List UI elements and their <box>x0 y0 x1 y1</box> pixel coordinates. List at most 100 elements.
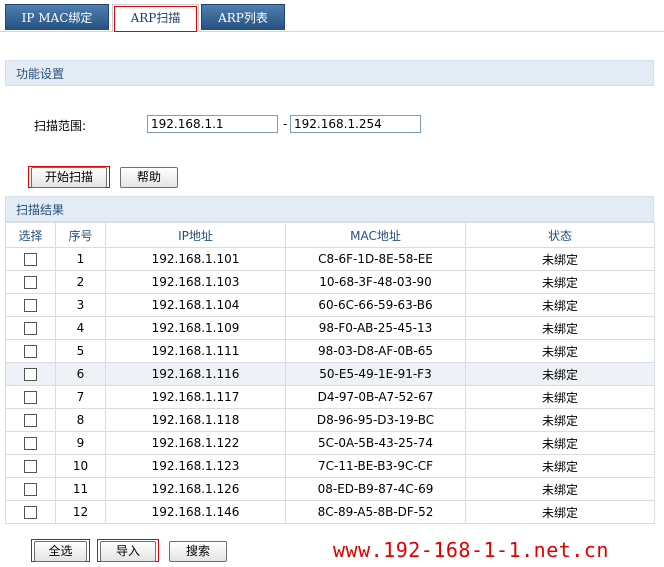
search-button[interactable]: 搜索 <box>169 541 227 562</box>
select-all-button[interactable]: 全选 <box>34 541 87 562</box>
table-row: 3 192.168.1.104 60-6C-66-59-63-B6 未绑定 <box>5 293 655 317</box>
table-row: 5 192.168.1.111 98-03-D8-AF-0B-65 未绑定 <box>5 339 655 363</box>
row-mac: 98-03-D8-AF-0B-65 <box>285 339 466 363</box>
tab-label: IP MAC绑定 <box>21 11 93 25</box>
tab-bar: IP MAC绑定 ARP扫描 ARP列表 <box>0 0 664 32</box>
row-number: 10 <box>55 454 106 478</box>
tab-ip-mac-binding[interactable]: IP MAC绑定 <box>5 4 109 30</box>
scan-range-label: 扫描范围: <box>34 119 87 133</box>
column-header-ip: IP地址 <box>105 222 286 248</box>
select-cell <box>5 362 56 386</box>
row-mac: C8-6F-1D-8E-58-EE <box>285 247 466 271</box>
table-row: 4 192.168.1.109 98-F0-AB-25-45-13 未绑定 <box>5 316 655 340</box>
import-button[interactable]: 导入 <box>100 541 156 562</box>
range-separator: - <box>283 117 288 131</box>
table-row: 12 192.168.1.146 8C-89-A5-8B-DF-52 未绑定 <box>5 500 655 524</box>
row-status: 未绑定 <box>465 431 655 455</box>
row-ip: 192.168.1.109 <box>105 316 286 340</box>
watermark-text: www.192-168-1-1.net.cn <box>333 538 609 562</box>
row-mac: D8-96-95-D3-19-BC <box>285 408 466 432</box>
row-status: 未绑定 <box>465 270 655 294</box>
row-number: 5 <box>55 339 106 363</box>
select-cell <box>5 408 56 432</box>
row-ip: 192.168.1.111 <box>105 339 286 363</box>
select-cell <box>5 431 56 455</box>
select-cell <box>5 339 56 363</box>
row-checkbox[interactable] <box>24 322 37 335</box>
row-number: 1 <box>55 247 106 271</box>
row-status: 未绑定 <box>465 316 655 340</box>
row-ip: 192.168.1.101 <box>105 247 286 271</box>
select-cell <box>5 454 56 478</box>
table-row: 7 192.168.1.117 D4-97-0B-A7-52-67 未绑定 <box>5 385 655 409</box>
column-header-status: 状态 <box>465 222 655 248</box>
row-number: 12 <box>55 500 106 524</box>
row-ip: 192.168.1.104 <box>105 293 286 317</box>
row-checkbox[interactable] <box>24 253 37 266</box>
column-header-number: 序号 <box>55 222 106 248</box>
start-scan-button[interactable]: 开始扫描 <box>31 167 107 188</box>
scan-results-header: 扫描结果 <box>5 196 654 222</box>
row-checkbox[interactable] <box>24 276 37 289</box>
row-ip: 192.168.1.126 <box>105 477 286 501</box>
row-checkbox[interactable] <box>24 460 37 473</box>
help-button[interactable]: 帮助 <box>120 167 178 188</box>
row-checkbox[interactable] <box>24 368 37 381</box>
end-ip-input[interactable]: 192.168.1.254 <box>290 115 421 133</box>
select-cell <box>5 247 56 271</box>
row-mac: 50-E5-49-1E-91-F3 <box>285 362 466 386</box>
table-row: 9 192.168.1.122 5C-0A-5B-43-25-74 未绑定 <box>5 431 655 455</box>
row-status: 未绑定 <box>465 477 655 501</box>
row-checkbox[interactable] <box>24 391 37 404</box>
start-ip-input[interactable]: 192.168.1.1 <box>147 115 278 133</box>
row-number: 6 <box>55 362 106 386</box>
tab-arp-scan[interactable]: ARP扫描 <box>112 4 199 32</box>
row-ip: 192.168.1.146 <box>105 500 286 524</box>
select-cell <box>5 293 56 317</box>
table-header-row: 选择 序号 IP地址 MAC地址 状态 <box>5 222 655 248</box>
table-row: 6 192.168.1.116 50-E5-49-1E-91-F3 未绑定 <box>5 362 655 386</box>
row-checkbox[interactable] <box>24 483 37 496</box>
row-ip: 192.168.1.117 <box>105 385 286 409</box>
row-status: 未绑定 <box>465 247 655 271</box>
results-table: 选择 序号 IP地址 MAC地址 状态 1 192.168.1.101 C8-6F-… <box>5 222 655 524</box>
row-status: 未绑定 <box>465 454 655 478</box>
row-number: 4 <box>55 316 106 340</box>
row-ip: 192.168.1.118 <box>105 408 286 432</box>
row-ip: 192.168.1.116 <box>105 362 286 386</box>
row-status: 未绑定 <box>465 362 655 386</box>
row-checkbox[interactable] <box>24 299 37 312</box>
row-number: 2 <box>55 270 106 294</box>
row-checkbox[interactable] <box>24 506 37 519</box>
column-header-mac: MAC地址 <box>285 222 466 248</box>
table-row: 2 192.168.1.103 10-68-3F-48-03-90 未绑定 <box>5 270 655 294</box>
row-number: 9 <box>55 431 106 455</box>
row-mac: 5C-0A-5B-43-25-74 <box>285 431 466 455</box>
select-cell <box>5 385 56 409</box>
row-ip: 192.168.1.122 <box>105 431 286 455</box>
row-status: 未绑定 <box>465 408 655 432</box>
function-settings-header: 功能设置 <box>5 60 654 86</box>
row-checkbox[interactable] <box>24 414 37 427</box>
row-mac: 7C-11-BE-B3-9C-CF <box>285 454 466 478</box>
tab-arp-list[interactable]: ARP列表 <box>201 4 285 30</box>
table-row: 8 192.168.1.118 D8-96-95-D3-19-BC 未绑定 <box>5 408 655 432</box>
row-number: 3 <box>55 293 106 317</box>
row-checkbox[interactable] <box>24 437 37 450</box>
row-checkbox[interactable] <box>24 345 37 358</box>
select-cell <box>5 477 56 501</box>
table-row: 10 192.168.1.123 7C-11-BE-B3-9C-CF 未绑定 <box>5 454 655 478</box>
row-number: 7 <box>55 385 106 409</box>
row-mac: 10-68-3F-48-03-90 <box>285 270 466 294</box>
row-number: 11 <box>55 477 106 501</box>
row-ip: 192.168.1.103 <box>105 270 286 294</box>
table-row: 1 192.168.1.101 C8-6F-1D-8E-58-EE 未绑定 <box>5 247 655 271</box>
row-ip: 192.168.1.123 <box>105 454 286 478</box>
select-cell <box>5 316 56 340</box>
row-status: 未绑定 <box>465 293 655 317</box>
row-number: 8 <box>55 408 106 432</box>
row-mac: 08-ED-B9-87-4C-69 <box>285 477 466 501</box>
row-mac: 98-F0-AB-25-45-13 <box>285 316 466 340</box>
highlight-box <box>114 6 197 32</box>
row-status: 未绑定 <box>465 339 655 363</box>
